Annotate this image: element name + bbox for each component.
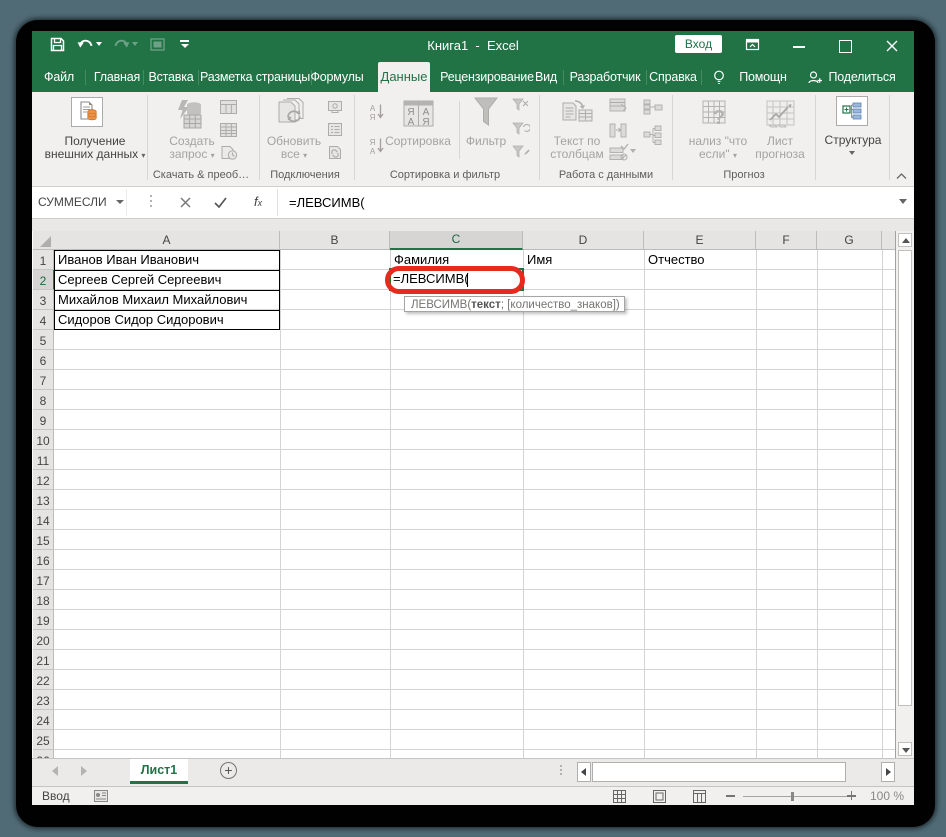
svg-text:А: А xyxy=(370,147,376,155)
svg-text:?: ? xyxy=(713,107,725,129)
svg-text:Я: Я xyxy=(370,113,376,121)
svg-text:Я: Я xyxy=(370,138,376,147)
svg-text:А: А xyxy=(370,104,376,113)
svg-text:А: А xyxy=(408,117,415,127)
svg-text:Я: Я xyxy=(422,117,429,127)
